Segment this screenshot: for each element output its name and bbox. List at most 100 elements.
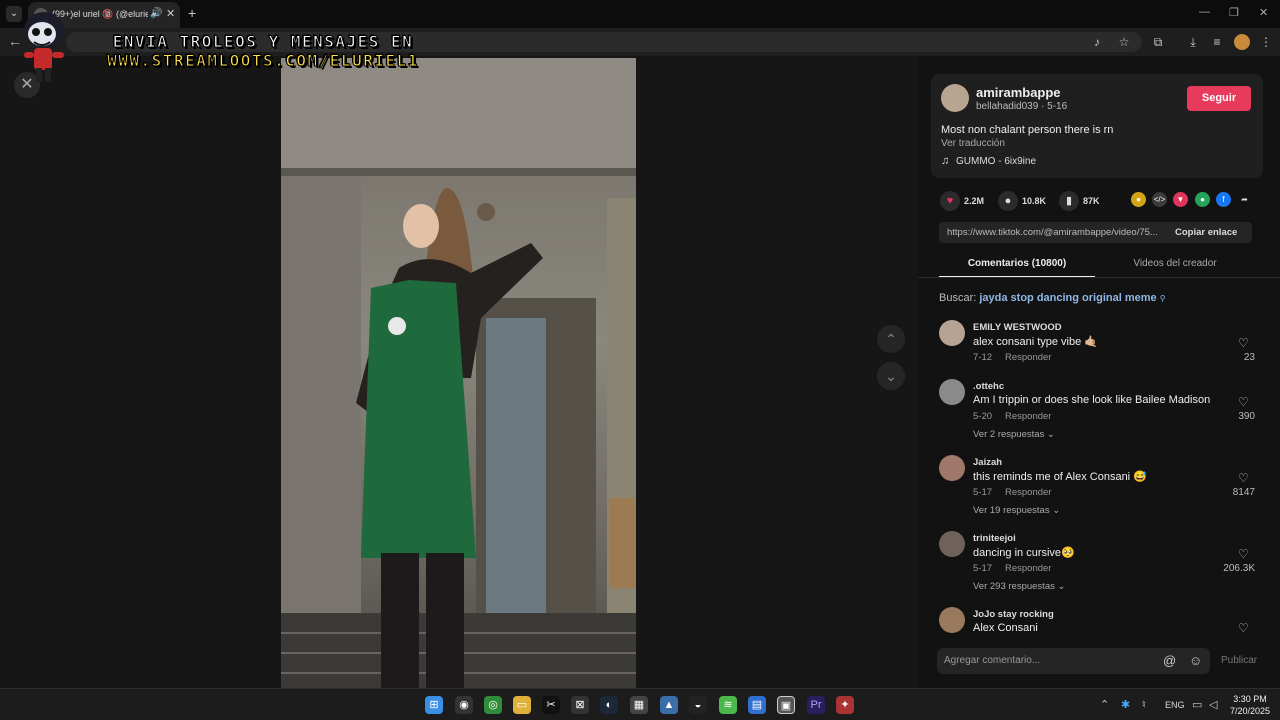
spotify-icon[interactable]: ≋ xyxy=(719,696,737,714)
app-obs-icon[interactable]: ◉ xyxy=(455,696,473,714)
github-icon[interactable]: ◒ xyxy=(689,696,707,714)
translate-link[interactable]: Ver traducción xyxy=(941,138,1005,149)
reading-list-icon[interactable]: ≡ xyxy=(1209,34,1225,50)
commenter-name[interactable]: JoJo stay rocking xyxy=(973,609,1054,620)
embed-icon[interactable]: </> xyxy=(1152,192,1167,207)
previous-video-icon[interactable]: ⌃ xyxy=(877,325,905,353)
tab-comments[interactable]: Comentarios (10800) xyxy=(939,258,1095,269)
comment-like-icon[interactable]: ♡ xyxy=(1238,336,1249,350)
speaker-icon[interactable]: 🔊 xyxy=(150,8,162,19)
commenter-avatar[interactable] xyxy=(939,607,965,633)
reply-button[interactable]: Responder xyxy=(1005,487,1051,498)
calculator-icon[interactable]: ▦ xyxy=(630,696,648,714)
comment-like-icon[interactable]: ♡ xyxy=(1238,395,1249,409)
coin-share-icon[interactable]: ● xyxy=(1131,192,1146,207)
tray-overflow-icon[interactable]: ⌃ xyxy=(1100,698,1109,711)
emoji-icon[interactable]: ☺ xyxy=(1189,653,1202,668)
file-explorer-icon[interactable]: ▭ xyxy=(513,696,531,714)
view-replies-button[interactable]: Ver 19 respuestas ⌄ xyxy=(973,505,1060,516)
search-suggestion[interactable]: Buscar: jayda stop dancing original meme… xyxy=(939,292,1166,304)
download-icon[interactable]: ⤓ xyxy=(1185,34,1201,50)
commenter-name[interactable]: Jaizah xyxy=(973,457,1002,468)
reply-button[interactable]: Responder xyxy=(1005,563,1051,574)
mention-icon[interactable]: @ xyxy=(1163,653,1176,668)
streamer-mascot-logo xyxy=(20,8,72,88)
photos-icon[interactable]: ▲ xyxy=(660,696,678,714)
comment-like-icon[interactable]: ♡ xyxy=(1238,547,1249,561)
bookmark-star-icon[interactable]: ☆ xyxy=(1116,34,1132,50)
commenter-avatar[interactable] xyxy=(939,379,965,405)
tab-close-icon[interactable]: ✕ xyxy=(166,7,175,20)
new-tab-icon[interactable]: + xyxy=(188,5,196,21)
reply-button[interactable]: Responder xyxy=(1005,411,1051,422)
banner-line-2: WWW.STREAMLOOTS.COM/ELURIEL1 xyxy=(107,51,419,71)
clock-time[interactable]: 3:30 PM xyxy=(1228,694,1272,704)
comment-bubble-icon[interactable]: ● xyxy=(998,191,1018,211)
comment-item: JoJo stay rocking Alex Consani ♡ xyxy=(939,607,1259,633)
bookmark-icon[interactable]: ▮ xyxy=(1059,191,1079,211)
extensions-icon[interactable]: ⧉ xyxy=(1150,34,1166,50)
clock-date[interactable]: 7/20/2025 xyxy=(1228,706,1272,716)
view-replies-button[interactable]: Ver 2 respuestas ⌄ xyxy=(973,429,1055,440)
video-description: Most non chalant person there is rn xyxy=(941,124,1114,136)
video-link-text[interactable]: https://www.tiktok.com/@amirambappe/vide… xyxy=(947,227,1169,238)
music-note-icon: ♫ xyxy=(941,155,950,167)
comment-like-count: 23 xyxy=(1243,352,1255,363)
publish-button[interactable]: Publicar xyxy=(1221,655,1257,666)
comment-date: 5-20 xyxy=(973,411,993,422)
menu-dots-icon[interactable]: ⋮ xyxy=(1258,34,1274,50)
commenter-name[interactable]: triniteejoi xyxy=(973,533,1016,544)
tiktok-extension-icon[interactable]: ♪ xyxy=(1089,34,1105,50)
like-heart-icon[interactable]: ♥ xyxy=(940,191,960,211)
add-comment-placeholder: Agregar comentario... xyxy=(944,655,1041,666)
comment-date: 5-17 xyxy=(973,487,993,498)
comment-like-icon[interactable]: ♡ xyxy=(1238,621,1249,633)
facebook-icon[interactable]: f xyxy=(1216,192,1231,207)
search-query[interactable]: jayda stop dancing original meme xyxy=(979,292,1156,304)
notepad-icon[interactable]: ▤ xyxy=(748,696,766,714)
next-video-icon[interactable]: ⌄ xyxy=(877,362,905,390)
video-frame xyxy=(281,58,636,688)
reply-button[interactable]: Responder xyxy=(1005,352,1051,363)
windows-start-icon[interactable]: ⊞ xyxy=(425,696,443,714)
banner-line-1: ENVIA TROLEOS Y MENSAJES EN xyxy=(112,32,414,52)
premiere-icon[interactable]: Pr xyxy=(807,696,825,714)
copy-link-button[interactable]: Copiar enlace xyxy=(1175,227,1237,238)
share-arrow-icon[interactable]: ➦ xyxy=(1237,192,1252,207)
network-icon[interactable]: ▭ xyxy=(1192,698,1202,711)
capcut-icon[interactable]: ✂ xyxy=(542,696,560,714)
commenter-avatar[interactable] xyxy=(939,531,965,557)
comment-like-icon[interactable]: ♡ xyxy=(1238,471,1249,485)
volume-icon[interactable]: ◁ xyxy=(1209,698,1217,711)
chrome-icon[interactable]: ◎ xyxy=(484,696,502,714)
active-app-icon[interactable]: ▣ xyxy=(777,696,795,714)
view-replies-button[interactable]: Ver 293 respuestas ⌄ xyxy=(973,581,1065,592)
commenter-name[interactable]: .ottehc xyxy=(973,381,1004,392)
tab-creator-videos[interactable]: Videos del creador xyxy=(1097,258,1253,269)
music-link[interactable]: GUMMO - 6ix9ine xyxy=(956,156,1036,167)
tabs-divider xyxy=(918,277,1280,278)
minimize-icon[interactable]: — xyxy=(1199,6,1210,18)
author-avatar[interactable] xyxy=(941,84,969,112)
commenter-avatar[interactable] xyxy=(939,455,965,481)
profile-avatar-icon[interactable] xyxy=(1234,34,1250,50)
comment-text: this reminds me of Alex Consani 😅 xyxy=(973,471,1147,483)
commenter-avatar[interactable] xyxy=(939,320,965,346)
language-indicator[interactable]: ENG xyxy=(1165,700,1185,710)
search-prefix: Buscar: xyxy=(939,292,977,304)
video-player[interactable] xyxy=(281,58,636,688)
author-username[interactable]: amirambappe xyxy=(976,85,1061,100)
add-comment-input[interactable]: Agregar comentario... @ ☺ xyxy=(937,648,1210,674)
steam-icon[interactable]: ◐ xyxy=(600,696,618,714)
bluetooth-icon[interactable]: ✱ xyxy=(1121,698,1130,711)
send-to-friends-icon[interactable]: ▼ xyxy=(1173,192,1188,207)
maximize-icon[interactable]: ❐ xyxy=(1229,6,1239,19)
follow-button[interactable]: Seguir xyxy=(1187,86,1251,111)
misc-app-icon[interactable]: ✦ xyxy=(836,696,854,714)
comment-date: 5-17 xyxy=(973,563,993,574)
whatsapp-icon[interactable]: ● xyxy=(1195,192,1210,207)
microphone-icon[interactable]: ♮ xyxy=(1142,698,1146,711)
window-close-icon[interactable]: ✕ xyxy=(1259,6,1268,19)
xbox-icon[interactable]: ⊠ xyxy=(571,696,589,714)
commenter-name[interactable]: EMILY WESTWOOD xyxy=(973,322,1062,333)
